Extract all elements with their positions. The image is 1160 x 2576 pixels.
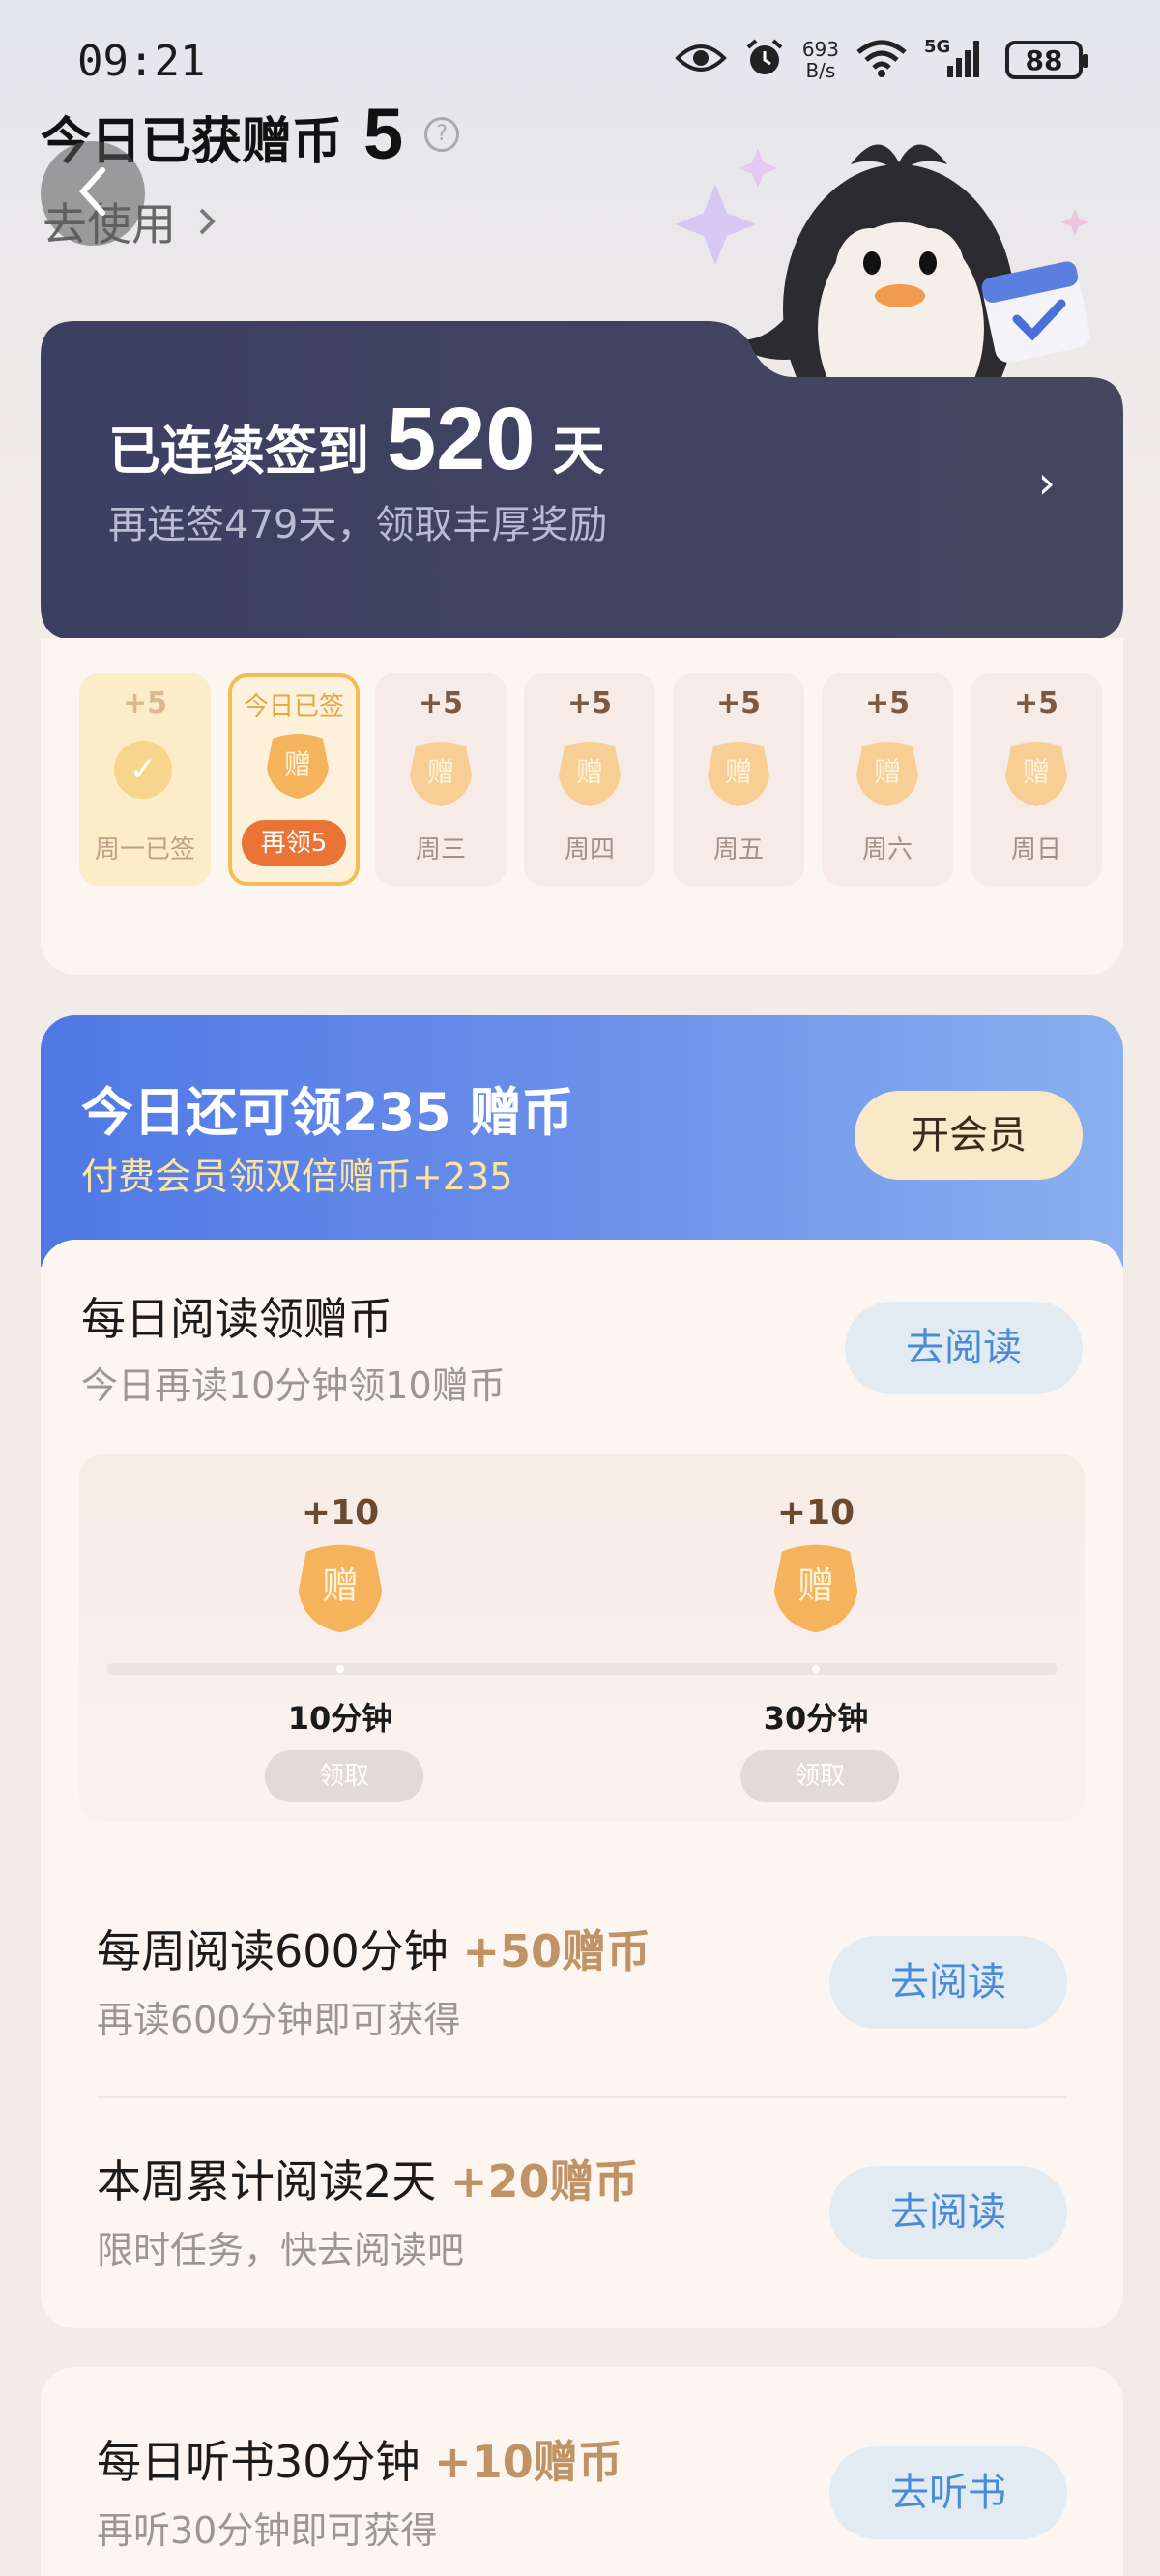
svg-text:赠: 赠: [874, 756, 901, 788]
day-saturday[interactable]: +5 赠 周六: [822, 673, 953, 886]
streak-prefix: 已连续签到: [108, 421, 369, 482]
svg-text:赠: 赠: [576, 756, 603, 788]
day-friday[interactable]: +5 赠 周五: [673, 673, 804, 886]
day-reward: +5: [566, 687, 612, 720]
wifi-icon: [856, 39, 907, 81]
milestone-dot: [812, 1665, 820, 1673]
day-monday[interactable]: +5 ✓ 周一已签: [79, 673, 211, 886]
day-label: 周四: [564, 835, 615, 864]
day-label: 周日: [1010, 835, 1061, 864]
svg-text:赠: 赠: [725, 756, 752, 788]
coin-ticket-icon: 赠: [773, 1544, 858, 1633]
clock: 09:21: [77, 37, 206, 86]
svg-text:赠: 赠: [798, 1565, 834, 1607]
coin-ticket-icon: 赠: [410, 742, 472, 806]
day-reward: +5: [864, 687, 910, 720]
day-reward: +5: [122, 687, 167, 720]
chevron-left-icon: [75, 164, 110, 222]
daily-read-subtitle: 今日再读10分钟领10赠币: [81, 1364, 506, 1407]
back-button[interactable]: [41, 141, 145, 246]
milestone-label: 30分钟: [763, 1700, 869, 1737]
network-speed: 693 B/s: [801, 38, 839, 82]
promo-title: 今日还可领235 赠币: [81, 1082, 574, 1143]
milestone-label: 10分钟: [287, 1700, 393, 1737]
day-sunday[interactable]: +5 赠 周日: [971, 673, 1102, 886]
coin-ticket-icon: 赠: [1005, 742, 1067, 806]
weekly-days-reward: +20赠币: [450, 2155, 639, 2208]
sign-in-streak-card[interactable]: 已连续签到 520 天 再连签479天，领取丰厚奖励 ›: [41, 321, 1123, 640]
listen-title: 每日听书30分钟 +10赠币: [97, 2427, 623, 2491]
day-reward: +5: [715, 687, 761, 720]
svg-text:赠: 赠: [427, 756, 454, 788]
weekly-days-title-text: 本周累计阅读2天: [97, 2155, 437, 2208]
svg-text:5G: 5G: [924, 37, 950, 57]
go-listen-button[interactable]: 去听书: [829, 2446, 1067, 2539]
day-status: 今日已签: [243, 692, 344, 721]
chevron-right-icon: [197, 195, 217, 248]
streak-headline: 已连续签到 520 天: [108, 389, 605, 490]
checkmark-icon: ✓: [114, 741, 172, 799]
promo-subtitle: 付费会员领双倍赠币+235: [81, 1156, 513, 1198]
progress-track: [106, 1663, 1058, 1675]
weekly-read-subtitle: 再读600分钟即可获得: [97, 1999, 461, 2041]
member-promo-banner: 今日还可领235 赠币 付费会员领双倍赠币+235 开会员: [41, 1015, 1123, 1267]
weekly-days-title: 本周累计阅读2天 +20赠币: [97, 2147, 638, 2210]
battery-indicator: 88: [1005, 41, 1088, 79]
day-label: 周三: [415, 835, 466, 864]
status-icons: 693 B/s 5G 88: [674, 37, 1088, 83]
eye-icon: [674, 41, 727, 79]
svg-text:赠: 赠: [284, 748, 311, 780]
day-reward: +5: [1013, 687, 1058, 720]
go-read-button[interactable]: 去阅读: [829, 2166, 1067, 2259]
weekly-read-title-text: 每周阅读600分钟: [97, 1925, 449, 1977]
cellular-signal-icon: 5G: [924, 37, 988, 83]
open-membership-button[interactable]: 开会员: [855, 1091, 1083, 1180]
claim-again-button[interactable]: 再领5: [242, 820, 346, 866]
svg-text:赠: 赠: [322, 1565, 359, 1607]
coin-ticket-icon: 赠: [856, 742, 918, 806]
svg-text:赠: 赠: [1023, 756, 1050, 788]
reading-progress-panel: +10 赠 10分钟 领取 +10 赠 30分钟 领取: [79, 1454, 1085, 1822]
claim-button[interactable]: 领取: [265, 1750, 423, 1802]
weekly-read-reward: +50赠币: [462, 1925, 651, 1977]
listen-title-text: 每日听书30分钟: [97, 2436, 420, 2488]
divider: [97, 2096, 1067, 2098]
milestone-10min: +10 赠: [244, 1493, 437, 1639]
listening-task-card: 每日听书30分钟 +10赠币 再听30分钟即可获得 去听书: [41, 2367, 1123, 2576]
go-read-button[interactable]: 去阅读: [829, 1936, 1067, 2029]
listen-reward: +10赠币: [434, 2436, 623, 2488]
milestone-dot: [336, 1665, 344, 1673]
day-today[interactable]: 今日已签 赠 再领5: [228, 673, 360, 886]
weekly-days-subtitle: 限时任务，快去阅读吧: [97, 2229, 465, 2271]
day-label: 周六: [861, 835, 913, 864]
coin-ticket-icon: 赠: [298, 1544, 383, 1633]
milestone-reward: +10: [776, 1493, 856, 1533]
day-label: 周一已签: [94, 835, 195, 864]
coin-ticket-icon: 赠: [708, 742, 769, 806]
coins-count: 5: [363, 94, 404, 174]
daily-read-title: 每日阅读领赠币: [81, 1293, 392, 1345]
streak-days: 520: [387, 390, 536, 488]
milestone-30min: +10 赠: [719, 1493, 913, 1639]
milestone-reward: +10: [301, 1493, 380, 1533]
weekly-sign-in-panel: +5 ✓ 周一已签 今日已签 赠 再领5 +5 赠 周三 +5 赠 周四 +5 …: [41, 638, 1123, 975]
alarm-icon: [744, 38, 785, 82]
reading-tasks-card: 每日阅读领赠币 今日再读10分钟领10赠币 去阅读 +10 赠 10分钟 领取 …: [41, 1240, 1123, 2328]
listen-subtitle: 再听30分钟即可获得: [97, 2509, 438, 2552]
chevron-right-icon: ›: [1037, 456, 1056, 509]
coin-ticket-icon: 赠: [267, 734, 329, 799]
day-label: 周五: [712, 835, 764, 864]
go-read-button[interactable]: 去阅读: [845, 1302, 1083, 1394]
day-reward: +5: [418, 687, 463, 720]
day-wednesday[interactable]: +5 赠 周三: [375, 673, 507, 886]
streak-subtitle: 再连签479天，领取丰厚奖励: [108, 503, 608, 547]
claim-button[interactable]: 领取: [740, 1750, 899, 1802]
help-icon[interactable]: ?: [424, 116, 460, 152]
weekly-read-title: 每周阅读600分钟 +50赠币: [97, 1917, 651, 1980]
coin-ticket-icon: 赠: [559, 742, 621, 806]
day-thursday[interactable]: +5 赠 周四: [524, 673, 655, 886]
streak-suffix: 天: [552, 421, 605, 482]
